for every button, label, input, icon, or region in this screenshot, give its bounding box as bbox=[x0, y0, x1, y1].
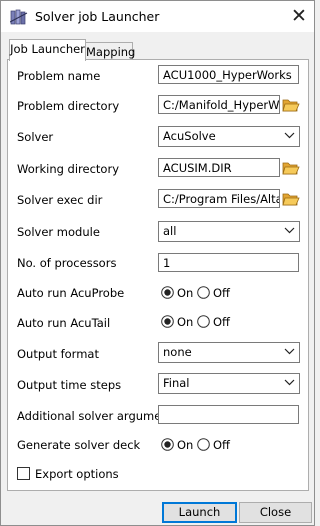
close-icon[interactable]: ✕ bbox=[287, 4, 311, 28]
open-folder-icon[interactable] bbox=[281, 189, 300, 208]
output-format-label: Output format bbox=[17, 347, 99, 361]
solver-job-launcher-dialog: Solver job Launcher ✕ Job Launcher Mappi… bbox=[0, 0, 315, 526]
acuprobe-on-label: On bbox=[177, 286, 194, 300]
acuprobe-off-label: Off bbox=[213, 286, 230, 300]
solver-deck-on-label: On bbox=[177, 438, 194, 452]
working-directory-label: Working directory bbox=[17, 162, 120, 176]
solver-deck-off-radio[interactable] bbox=[197, 438, 210, 451]
export-options-checkbox[interactable] bbox=[17, 467, 30, 480]
chevron-down-icon bbox=[284, 348, 295, 355]
tab-job-launcher[interactable]: Job Launcher bbox=[9, 39, 86, 61]
acutail-off-radio[interactable] bbox=[197, 315, 210, 328]
problem-directory-input[interactable]: C:/Manifold_HyperWorks bbox=[158, 95, 280, 114]
chevron-down-icon bbox=[284, 227, 295, 234]
output-format-select[interactable]: none bbox=[158, 342, 300, 363]
output-time-steps-label: Output time steps bbox=[17, 378, 122, 392]
acutail-off-label: Off bbox=[213, 315, 230, 329]
solver-module-label: Solver module bbox=[17, 225, 100, 239]
solver-label: Solver bbox=[17, 130, 54, 144]
acutail-on-label: On bbox=[177, 315, 194, 329]
solver-select-value: AcuSolve bbox=[163, 129, 216, 143]
problem-directory-label: Problem directory bbox=[17, 99, 120, 113]
problem-name-label: Problem name bbox=[17, 69, 101, 83]
open-folder-icon[interactable] bbox=[281, 95, 300, 114]
job-launcher-panel bbox=[7, 59, 309, 491]
working-directory-input[interactable]: ACUSIM.DIR bbox=[158, 158, 280, 177]
solver-deck-on-radio[interactable] bbox=[161, 438, 174, 451]
solver-exec-dir-input[interactable]: C:/Program Files/Altair/2 bbox=[158, 189, 280, 208]
solver-select[interactable]: AcuSolve bbox=[158, 126, 300, 147]
acuprobe-on-radio[interactable] bbox=[161, 286, 174, 299]
output-time-steps-select[interactable]: Final bbox=[158, 373, 300, 394]
close-button[interactable]: Close bbox=[239, 502, 312, 523]
chevron-down-icon bbox=[284, 132, 295, 139]
acuprobe-off-radio[interactable] bbox=[197, 286, 210, 299]
export-options-label: Export options bbox=[35, 467, 119, 481]
launch-button[interactable]: Launch bbox=[162, 502, 237, 523]
additional-args-label: Additional solver arguments bbox=[17, 409, 180, 423]
solver-module-value: all bbox=[163, 224, 177, 238]
auto-run-acuprobe-label: Auto run AcuProbe bbox=[17, 286, 125, 300]
num-processors-input[interactable]: 1 bbox=[158, 253, 299, 272]
auto-run-acutail-label: Auto run AcuTail bbox=[17, 316, 111, 330]
chevron-down-icon bbox=[284, 379, 295, 386]
acutail-on-radio[interactable] bbox=[161, 315, 174, 328]
additional-args-input[interactable] bbox=[158, 405, 299, 424]
title-bar: Solver job Launcher ✕ bbox=[1, 1, 314, 32]
solver-deck-off-label: Off bbox=[213, 438, 230, 452]
solver-module-select[interactable]: all bbox=[158, 221, 300, 242]
generate-solver-deck-label: Generate solver deck bbox=[17, 438, 141, 452]
num-processors-label: No. of processors bbox=[17, 256, 117, 270]
solver-exec-dir-label: Solver exec dir bbox=[17, 193, 103, 207]
window-title: Solver job Launcher bbox=[35, 9, 160, 24]
problem-name-input[interactable]: ACU1000_HyperWorks bbox=[158, 65, 299, 84]
output-time-steps-value: Final bbox=[163, 376, 190, 390]
solver-launcher-icon bbox=[10, 9, 28, 25]
open-folder-icon[interactable] bbox=[281, 158, 300, 177]
output-format-value: none bbox=[163, 345, 192, 359]
